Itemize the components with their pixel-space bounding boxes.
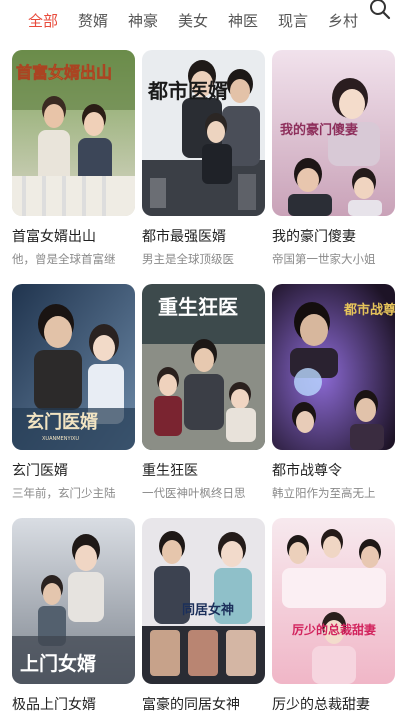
- drama-poster[interactable]: 玄门医婿 XUANMENYIXU: [12, 284, 135, 450]
- poster-title-text: 都市医婿: [147, 79, 228, 103]
- poster-title-text: 上门女婿: [20, 652, 97, 675]
- drama-desc: 一代医神叶枫终日思: [142, 486, 246, 500]
- poster-title-text: 厉少的总裁甜妻: [292, 622, 376, 637]
- drama-poster[interactable]: 厉少的总裁甜妻: [272, 518, 395, 684]
- drama-card[interactable]: 玄门医婿 XUANMENYIXU 玄门医婿 三年前，玄门少主陆: [12, 284, 135, 501]
- category-tabs: 全部 赘婿 神豪 美女 神医 现言 乡村: [0, 10, 378, 31]
- tab-son-in-law[interactable]: 赘婿: [78, 10, 128, 31]
- drama-title[interactable]: 玄门医婿: [12, 460, 135, 480]
- drama-desc: 他，曾是全球首富继: [12, 252, 116, 266]
- tab-tycoon[interactable]: 神豪: [128, 10, 178, 31]
- drama-card[interactable]: 都市战尊令 都市战尊令 韩立阳作为至高无上: [272, 284, 395, 501]
- drama-poster[interactable]: 首富女婿出山: [12, 50, 135, 216]
- drama-title[interactable]: 都市战尊令: [272, 460, 395, 480]
- drama-poster[interactable]: 我的豪门傻妻: [272, 50, 395, 216]
- drama-title[interactable]: 首富女婿出山: [12, 226, 135, 246]
- drama-poster[interactable]: 同居女神: [142, 518, 265, 684]
- search-icon[interactable]: [369, 0, 391, 20]
- drama-card[interactable]: 同居女神 富豪的同居女神: [142, 518, 265, 716]
- drama-card[interactable]: 厉少的总裁甜妻 厉少的总裁甜妻: [272, 518, 395, 716]
- drama-card[interactable]: 都市医婿 都市最强医婿 男主是全球顶级医: [142, 50, 265, 267]
- drama-title[interactable]: 富豪的同居女神: [142, 694, 265, 714]
- drama-poster[interactable]: 重生狂医: [142, 284, 265, 450]
- tab-beauty[interactable]: 美女: [178, 10, 228, 31]
- category-tab-bar: 全部 赘婿 神豪 美女 神医 现言 乡村: [0, 0, 401, 40]
- drama-title[interactable]: 重生狂医: [142, 460, 265, 480]
- drama-card[interactable]: 重生狂医 重生狂医 一代医神叶枫终日思: [142, 284, 265, 501]
- tab-miracle-doctor[interactable]: 神医: [228, 10, 278, 31]
- drama-poster[interactable]: 都市战尊令: [272, 284, 395, 450]
- poster-subtitle-text: XUANMENYIXU: [42, 436, 79, 442]
- poster-title-text: 玄门医婿: [26, 411, 98, 433]
- drama-desc: 三年前，玄门少主陆: [12, 486, 116, 500]
- drama-desc: 男主是全球顶级医: [142, 252, 234, 266]
- drama-title[interactable]: 都市最强医婿: [142, 226, 265, 246]
- poster-title-text: 首富女婿出山: [16, 63, 112, 82]
- drama-desc: 帝国第一世家大小姐: [272, 252, 376, 266]
- poster-title-text: 都市战尊令: [343, 302, 395, 318]
- drama-poster[interactable]: 上门女婿: [12, 518, 135, 684]
- drama-card[interactable]: 我的豪门傻妻 我的豪门傻妻 帝国第一世家大小姐: [272, 50, 395, 267]
- poster-title-text: 同居女神: [182, 602, 234, 618]
- poster-title-text: 重生狂医: [158, 295, 238, 319]
- drama-title[interactable]: 厉少的总裁甜妻: [272, 694, 395, 714]
- drama-title[interactable]: 我的豪门傻妻: [272, 226, 395, 246]
- drama-card[interactable]: 首富女婿出山 首富女婿出山 他，曾是全球首富继: [12, 50, 135, 267]
- drama-title[interactable]: 极品上门女婿: [12, 694, 135, 714]
- drama-poster[interactable]: 都市医婿: [142, 50, 265, 216]
- drama-card[interactable]: 上门女婿 极品上门女婿: [12, 518, 135, 716]
- poster-title-text: 我的豪门傻妻: [280, 122, 358, 138]
- drama-desc: 韩立阳作为至高无上: [272, 486, 376, 500]
- tab-modern-romance[interactable]: 现言: [278, 10, 328, 31]
- tab-all[interactable]: 全部: [28, 10, 78, 31]
